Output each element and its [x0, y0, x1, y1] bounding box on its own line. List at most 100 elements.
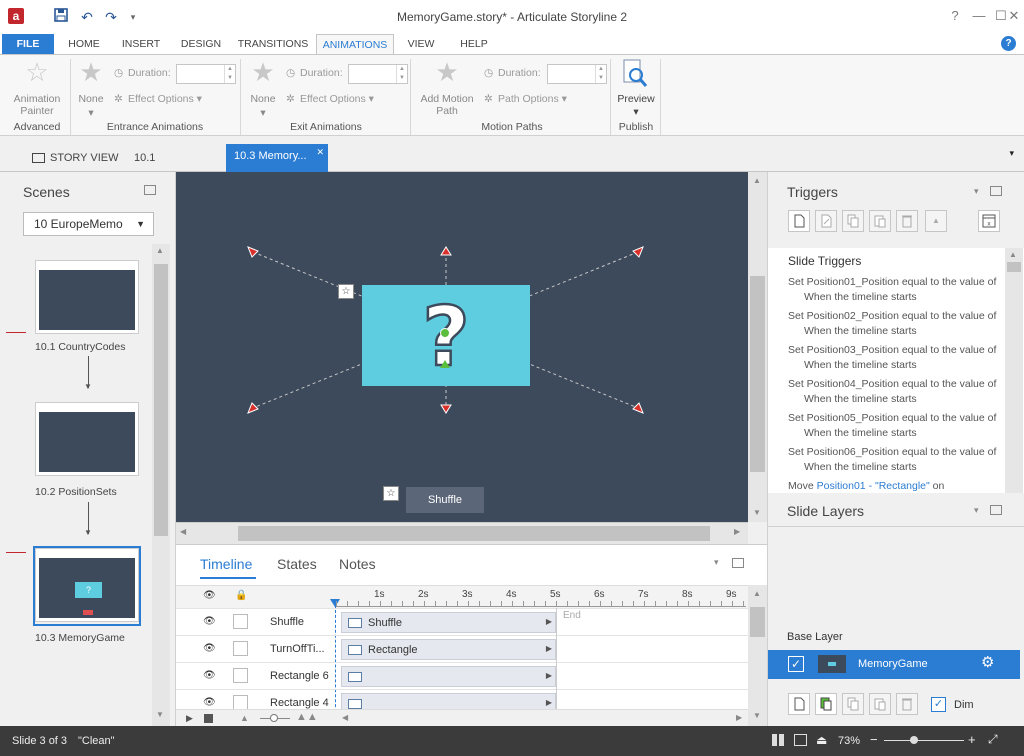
- close-tab-icon[interactable]: ✕: [316, 140, 324, 164]
- lock-checkbox[interactable]: [233, 668, 248, 683]
- dim-checkbox[interactable]: ✓: [931, 697, 946, 712]
- play-icon[interactable]: ▶: [186, 713, 193, 724]
- delete-layer-button[interactable]: [896, 693, 918, 715]
- delete-trigger-button[interactable]: [896, 210, 918, 232]
- timeline-row[interactable]: 👁 Rectangle 4 ▶: [176, 689, 748, 709]
- exit-duration-input[interactable]: ▲ ▼: [348, 64, 408, 84]
- chevron-right-icon[interactable]: ▶: [546, 698, 552, 707]
- scroll-up-icon[interactable]: ▲: [753, 589, 761, 598]
- zoom-in-icon[interactable]: ▲▲: [296, 711, 318, 723]
- chevron-right-icon[interactable]: ▶: [546, 671, 552, 680]
- duration-spinner-icon[interactable]: ▲ ▼: [595, 65, 606, 83]
- layer-visible-checkbox[interactable]: ✓: [788, 656, 804, 672]
- scroll-down-icon[interactable]: ▼: [753, 711, 761, 720]
- float-panel-icon[interactable]: [144, 185, 156, 195]
- zoom-slider-thumb[interactable]: [910, 736, 918, 744]
- motion-duration-input[interactable]: ▲ ▼: [547, 64, 607, 84]
- scroll-thumb[interactable]: [1007, 262, 1021, 272]
- scroll-thumb[interactable]: [750, 607, 765, 637]
- lock-checkbox[interactable]: [233, 614, 248, 629]
- add-motion-path-button[interactable]: Add Motion Path: [416, 93, 478, 117]
- help-window-icon[interactable]: ?: [944, 6, 966, 26]
- trigger-object-link[interactable]: Position01: [817, 480, 866, 492]
- lock-checkbox[interactable]: [233, 695, 248, 709]
- tab-animations[interactable]: ANIMATIONS: [316, 34, 394, 55]
- gear-icon[interactable]: ⚙: [981, 653, 994, 671]
- scroll-up-icon[interactable]: ▲: [156, 246, 164, 255]
- help-icon[interactable]: ?: [1001, 36, 1016, 51]
- zoom-in-icon[interactable]: +: [968, 732, 976, 747]
- trigger-item[interactable]: Set Position03_Position equal to the val…: [788, 344, 996, 356]
- tab-help[interactable]: HELP: [450, 34, 498, 54]
- normal-view-icon[interactable]: [794, 734, 807, 746]
- trigger-item[interactable]: Set Position02_Position equal to the val…: [788, 310, 996, 322]
- scroll-left-icon[interactable]: ◀: [342, 713, 348, 722]
- trigger-item[interactable]: Move Position01 - "Rectangle" on: [788, 480, 944, 492]
- eye-icon[interactable]: 👁: [203, 670, 216, 682]
- timeline-bar[interactable]: ▶: [341, 666, 556, 687]
- variables-button[interactable]: x: [978, 210, 1000, 232]
- scroll-up-icon[interactable]: ▲: [1009, 250, 1017, 259]
- chevron-right-icon[interactable]: ▶: [546, 644, 552, 653]
- paste-layer-button[interactable]: [869, 693, 891, 715]
- motion-path-start-handle[interactable]: [632, 246, 644, 258]
- chevron-down-icon[interactable]: ▾: [256, 107, 270, 119]
- slide-thumbnail-10-2[interactable]: [36, 403, 138, 475]
- panel-menu-icon[interactable]: ▾: [974, 505, 979, 516]
- preview-button[interactable]: Preview: [614, 93, 658, 105]
- timeline-scrollbar[interactable]: ▲ ▼: [748, 585, 767, 727]
- scroll-thumb[interactable]: [238, 526, 710, 541]
- duration-spinner-icon[interactable]: ▲ ▼: [396, 65, 407, 83]
- edit-trigger-button[interactable]: [815, 210, 837, 232]
- tab-states[interactable]: States: [277, 556, 317, 572]
- close-window-icon[interactable]: ✕: [1004, 6, 1024, 26]
- float-panel-icon[interactable]: [990, 186, 1002, 196]
- new-trigger-button[interactable]: [788, 210, 810, 232]
- timeline-row[interactable]: 👁 Rectangle 6 ▶: [176, 662, 748, 689]
- undo-icon[interactable]: ↶: [78, 8, 96, 26]
- scroll-left-icon[interactable]: ◀: [180, 527, 186, 536]
- motion-path-start-handle[interactable]: [440, 246, 452, 256]
- tab-timeline[interactable]: Timeline: [200, 556, 252, 572]
- lock-checkbox[interactable]: [233, 641, 248, 656]
- storyline-app-icon[interactable]: a: [8, 8, 24, 24]
- chevron-down-icon[interactable]: ▾: [629, 106, 643, 118]
- entrance-effect-options-button[interactable]: Effect Options ▾: [128, 93, 202, 105]
- scroll-down-icon[interactable]: ▼: [156, 710, 164, 719]
- duplicate-layer-button[interactable]: [815, 693, 837, 715]
- timeline-bar[interactable]: Shuffle ▶: [341, 612, 556, 633]
- scene-dropdown[interactable]: 10 EuropeMemo ▼: [23, 212, 154, 236]
- zoom-out-icon[interactable]: −: [870, 732, 878, 747]
- trigger-item[interactable]: Set Position04_Position equal to the val…: [788, 378, 996, 390]
- tab-transitions[interactable]: TRANSITIONS: [234, 34, 312, 54]
- lock-icon[interactable]: 🔒: [235, 590, 247, 601]
- canvas-vertical-scrollbar[interactable]: ▲ ▼: [748, 172, 767, 522]
- timeline-bar[interactable]: Rectangle ▶: [341, 639, 556, 660]
- tab-insert[interactable]: INSERT: [114, 34, 168, 54]
- tab-file[interactable]: FILE: [2, 34, 54, 54]
- eye-icon[interactable]: 👁: [203, 697, 216, 709]
- trigger-item[interactable]: Set Position01_Position equal to the val…: [788, 276, 996, 288]
- chevron-right-icon[interactable]: ▶: [546, 617, 552, 626]
- question-card-rectangle[interactable]: ?: [362, 285, 530, 386]
- trigger-item[interactable]: Set Position05_Position equal to the val…: [788, 412, 996, 424]
- path-options-button[interactable]: Path Options ▾: [498, 93, 567, 105]
- tab-view[interactable]: VIEW: [398, 34, 444, 54]
- motion-path-start-handle[interactable]: [247, 246, 259, 258]
- motion-path-end-handle[interactable]: [632, 402, 644, 414]
- copy-layer-button[interactable]: [842, 693, 864, 715]
- minimize-icon[interactable]: —: [968, 6, 990, 26]
- trigger-item[interactable]: Set Position06_Position equal to the val…: [788, 446, 996, 458]
- animation-star-icon[interactable]: ☆: [383, 486, 399, 501]
- copy-trigger-button[interactable]: [842, 210, 864, 232]
- chevron-down-icon[interactable]: ▾: [84, 107, 98, 119]
- fit-view-icon[interactable]: ⏏: [816, 733, 827, 747]
- timeline-row[interactable]: 👁 TurnOffTi... Rectangle ▶: [176, 635, 748, 662]
- save-icon[interactable]: [52, 8, 70, 26]
- scenes-scrollbar[interactable]: ▲ ▼: [152, 244, 170, 726]
- float-panel-icon[interactable]: [990, 505, 1002, 515]
- timeline-bar[interactable]: ▶: [341, 693, 556, 709]
- new-layer-button[interactable]: [788, 693, 810, 715]
- paste-trigger-button[interactable]: [869, 210, 891, 232]
- float-panel-icon[interactable]: [732, 558, 744, 568]
